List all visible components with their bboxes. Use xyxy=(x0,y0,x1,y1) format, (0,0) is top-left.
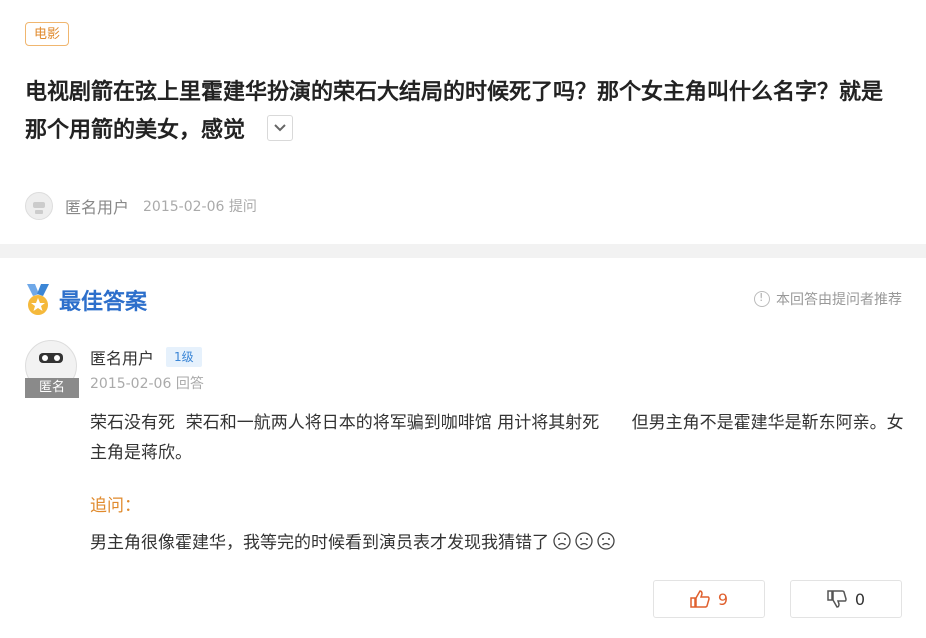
medal-icon xyxy=(27,284,49,315)
answer-label: 回答 xyxy=(175,376,204,392)
best-answer-title: 最佳答案 xyxy=(59,290,148,315)
answer-date: 2015-02-06 回答 xyxy=(90,373,204,393)
chevron-down-icon xyxy=(273,124,286,132)
thumb-up-icon xyxy=(690,590,710,608)
anonymous-avatar-icon xyxy=(33,202,45,214)
sad-face-icon xyxy=(553,531,571,550)
upvote-button[interactable]: 9 xyxy=(653,580,765,618)
asked-label: 提问 xyxy=(228,199,257,215)
answerer-name[interactable]: 匿名用户 xyxy=(90,345,154,369)
answer-date-value: 2015-02-06 xyxy=(90,376,172,392)
sad-face-icon xyxy=(597,531,615,550)
section-divider xyxy=(0,244,926,258)
user-level-badge: 1级 xyxy=(166,347,202,367)
question-title: 电视剧箭在弦上里霍建华扮演的荣石大结局的时候死了吗？那个女主角叫什么名字？就是那… xyxy=(25,74,885,150)
asked-date: 2015-02-06 提问 xyxy=(143,196,257,216)
answerer-info: 匿名用户 1级 xyxy=(90,345,202,369)
expand-button[interactable] xyxy=(266,115,293,141)
sad-face-icon xyxy=(575,531,593,550)
answerer-avatar[interactable]: 匿名 xyxy=(25,340,79,400)
recommend-note: 本回答由提问者推荐 xyxy=(754,289,902,309)
downvote-count: 0 xyxy=(854,589,866,609)
anonymous-badge: 匿名 xyxy=(25,378,79,398)
thumb-down-icon xyxy=(827,590,847,608)
question-title-text: 电视剧箭在弦上里霍建华扮演的荣石大结局的时候死了吗？那个女主角叫什么名字？就是那… xyxy=(25,80,884,143)
downvote-button[interactable]: 0 xyxy=(790,580,902,618)
asker-name[interactable]: 匿名用户 xyxy=(65,194,129,218)
asked-date-value: 2015-02-06 xyxy=(143,199,225,215)
asker-info: 匿名用户 2015-02-06 提问 xyxy=(25,191,257,221)
followup-content: 男主角很像霍建华，我等完的时候看到演员表才发现我猜错了 xyxy=(90,528,615,553)
answer-content: 荣石没有死 荣石和一航两人将日本的将军骗到咖啡馆 用计将其射死 但男主角不是霍建… xyxy=(90,413,904,463)
best-answer-header: 最佳答案 xyxy=(25,282,147,318)
category-tag[interactable]: 电影 xyxy=(25,22,70,46)
recommend-note-text: 本回答由提问者推荐 xyxy=(776,292,902,308)
followup-label: 追问： xyxy=(90,496,141,516)
upvote-count: 9 xyxy=(717,589,729,609)
info-icon xyxy=(754,291,770,307)
followup-text: 男主角很像霍建华，我等完的时候看到演员表才发现我猜错了 xyxy=(90,533,549,553)
asker-avatar[interactable] xyxy=(25,192,53,220)
